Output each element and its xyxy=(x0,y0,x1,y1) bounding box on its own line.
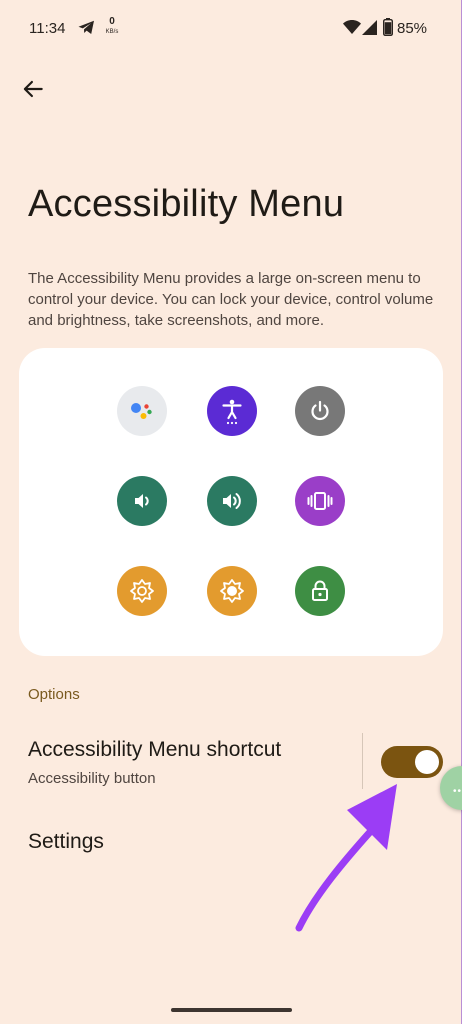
volume-up-icon xyxy=(223,493,241,509)
volume-up-tile xyxy=(207,476,257,526)
status-bar: 11:34 0 KB/s 85% xyxy=(0,0,462,56)
network-speed-value: 0 xyxy=(109,16,115,27)
cellular-signal-icon xyxy=(362,20,377,35)
power-tile xyxy=(295,386,345,436)
volume-down-tile xyxy=(117,476,167,526)
shortcut-label: Accessibility Menu shortcut xyxy=(28,738,282,761)
accessibility-menu-preview xyxy=(19,348,443,656)
accessibility-settings-icon xyxy=(222,399,242,425)
page-title: Accessibility Menu xyxy=(28,183,345,225)
more-dots-icon: •• xyxy=(453,786,462,797)
telegram-send-icon xyxy=(78,20,94,34)
brightness-down-tile xyxy=(117,566,167,616)
wifi-icon xyxy=(343,20,361,34)
lock-icon xyxy=(312,580,328,601)
assistant-icon xyxy=(131,403,152,419)
volume-down-icon xyxy=(135,494,149,508)
arrow-back-icon xyxy=(23,80,43,98)
annotation-arrow-icon xyxy=(295,784,397,932)
network-speed-unit: KB/s xyxy=(105,29,119,35)
page-description: The Accessibility Menu provides a large … xyxy=(28,270,434,329)
lock-tile xyxy=(295,566,345,616)
options-section-header: Options xyxy=(28,686,80,703)
battery-icon xyxy=(383,18,393,36)
power-icon xyxy=(311,400,329,421)
settings-label: Settings xyxy=(28,830,104,853)
status-time: 11:34 xyxy=(29,20,66,37)
battery-percent: 85% xyxy=(397,20,428,37)
shortcut-sublabel: Accessibility button xyxy=(28,770,156,787)
toggle-thumb xyxy=(415,750,439,774)
network-speed: 0 KB/s xyxy=(102,16,122,36)
brightness-up-icon xyxy=(220,579,244,603)
accessibility-settings-tile xyxy=(207,386,257,436)
assistant-tile xyxy=(117,386,167,436)
vibrate-icon xyxy=(307,492,333,510)
brightness-up-tile xyxy=(207,566,257,616)
back-button[interactable] xyxy=(20,76,46,102)
vibrate-tile xyxy=(295,476,345,526)
home-gesture-bar[interactable] xyxy=(171,1008,292,1012)
brightness-down-icon xyxy=(130,579,154,603)
